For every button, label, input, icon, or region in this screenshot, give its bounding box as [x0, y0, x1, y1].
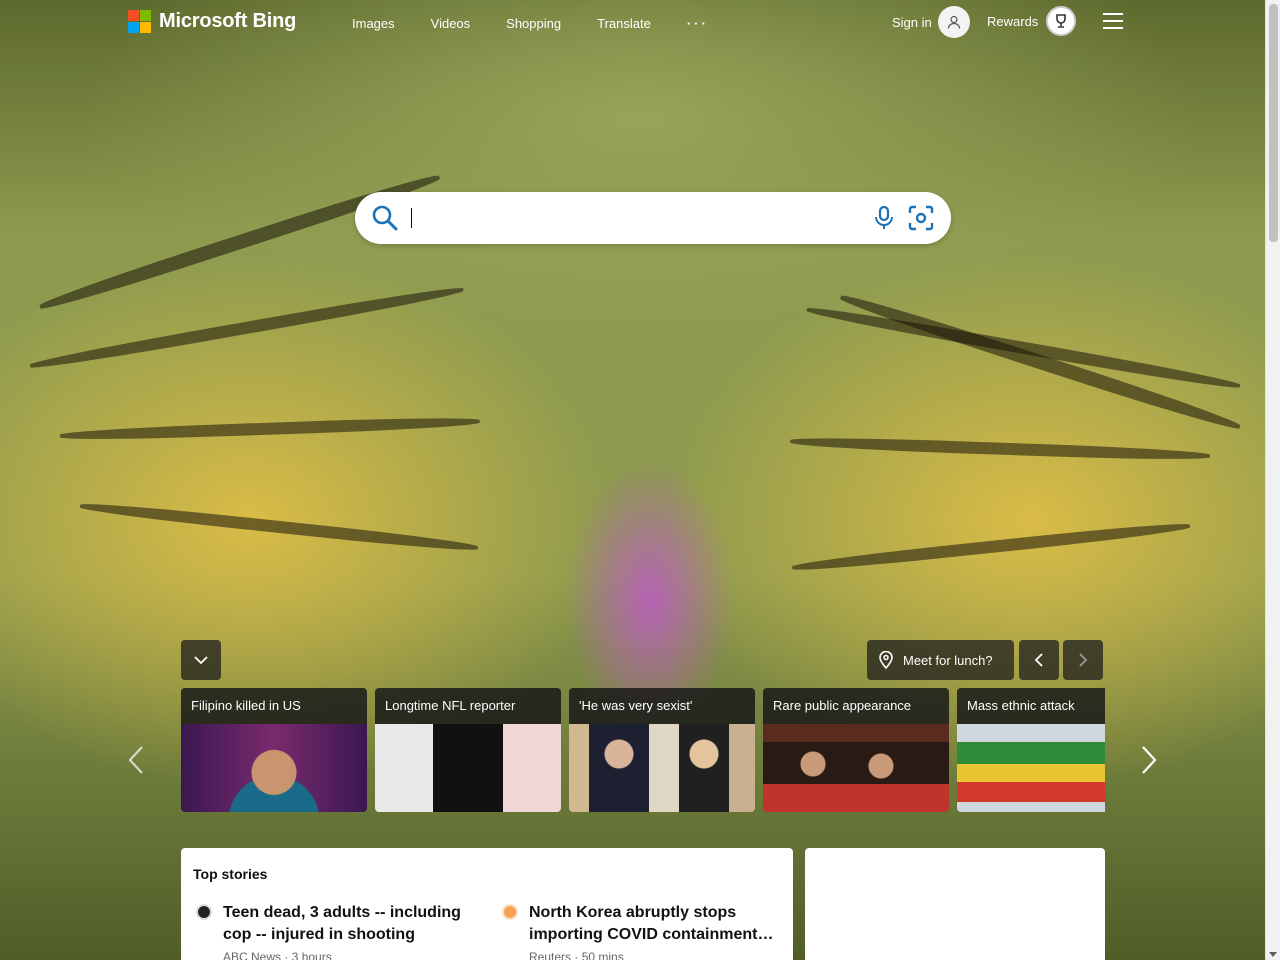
- news-card[interactable]: Mass ethnic attack: [957, 688, 1105, 812]
- collapse-feed-button[interactable]: [181, 640, 221, 680]
- hamburger-menu-icon[interactable]: [1103, 13, 1123, 29]
- nav-more-button[interactable]: ···: [687, 16, 709, 31]
- meet-for-lunch-label: Meet for lunch?: [903, 652, 993, 668]
- news-card-image: [957, 724, 1105, 812]
- news-card-image: [181, 724, 367, 812]
- news-carousel: Filipino killed in US Longtime NFL repor…: [181, 688, 1105, 812]
- story-headline[interactable]: Teen dead, 3 adults -- including cop -- …: [223, 902, 473, 946]
- nav-shopping[interactable]: Shopping: [506, 16, 561, 31]
- search-input[interactable]: [411, 204, 851, 232]
- chevron-left-icon: [128, 746, 143, 774]
- news-card-title: 'He was very sexist': [569, 688, 755, 724]
- news-card-title: Filipino killed in US: [181, 688, 367, 724]
- news-carousel-right-arrow[interactable]: [1140, 745, 1158, 780]
- nav-videos[interactable]: Videos: [431, 16, 471, 31]
- side-panel: [805, 848, 1105, 960]
- text-caret: [411, 208, 412, 228]
- story-source: Reuters: [529, 950, 572, 960]
- story-source: ABC News: [223, 950, 282, 960]
- microphone-icon[interactable]: [873, 205, 895, 236]
- news-card-image: [375, 724, 561, 812]
- news-card-title: Longtime NFL reporter: [375, 688, 561, 724]
- top-header: Microsoft Bing Images Videos Shopping Tr…: [0, 0, 1265, 46]
- story-headline[interactable]: North Korea abruptly stops importing COV…: [529, 902, 779, 946]
- reuters-source-icon: [502, 904, 518, 920]
- search-icon[interactable]: [371, 204, 399, 237]
- chevron-right-icon: [1142, 746, 1157, 774]
- rewards-trophy-icon: [1046, 6, 1077, 36]
- story-time: 3 hours: [291, 950, 332, 960]
- top-nav: Images Videos Shopping Translate ···: [352, 16, 745, 31]
- news-card[interactable]: Filipino killed in US: [181, 688, 367, 812]
- news-carousel-left-arrow[interactable]: [127, 745, 145, 780]
- news-card[interactable]: 'He was very sexist': [569, 688, 755, 812]
- chevron-right-icon: [1079, 653, 1088, 667]
- news-card-title: Mass ethnic attack: [957, 688, 1105, 724]
- user-avatar-icon: [937, 6, 970, 38]
- image-prev-button[interactable]: [1019, 640, 1059, 680]
- nav-images[interactable]: Images: [352, 16, 395, 31]
- news-card-title: Rare public appearance: [763, 688, 949, 724]
- meet-for-lunch-button[interactable]: Meet for lunch?: [867, 640, 1014, 680]
- scrollbar-thumb[interactable]: [1269, 4, 1278, 242]
- search-box: [355, 192, 951, 244]
- sign-in-button[interactable]: Sign in: [892, 6, 970, 38]
- background-image: [0, 0, 1265, 960]
- story-meta: ABC News · 3 hours: [223, 950, 332, 960]
- bing-logo[interactable]: Microsoft Bing: [128, 10, 296, 33]
- visual-search-icon[interactable]: [907, 204, 935, 237]
- news-card[interactable]: Rare public appearance: [763, 688, 949, 812]
- microsoft-logo-icon: [128, 10, 151, 33]
- chevron-left-icon: [1034, 653, 1043, 667]
- page-scrollbar[interactable]: [1265, 0, 1280, 960]
- image-next-button[interactable]: [1063, 640, 1103, 680]
- story-meta: Reuters · 50 mins: [529, 950, 624, 960]
- rewards-button[interactable]: Rewards: [987, 6, 1077, 36]
- top-stories-heading: Top stories: [193, 866, 268, 882]
- nav-translate[interactable]: Translate: [597, 16, 651, 31]
- story-time: 50 mins: [581, 950, 624, 960]
- scroll-down-arrow-icon[interactable]: [1269, 952, 1277, 957]
- chevron-down-icon: [194, 656, 208, 665]
- news-card-image: [763, 724, 949, 812]
- news-card-image: [569, 724, 755, 812]
- abc-news-source-icon: [196, 904, 212, 920]
- sign-in-label: Sign in: [892, 14, 932, 30]
- location-pin-icon: [879, 651, 893, 669]
- logo-text: Microsoft Bing: [159, 10, 297, 32]
- news-card[interactable]: Longtime NFL reporter: [375, 688, 561, 812]
- rewards-label: Rewards: [987, 13, 1039, 29]
- top-stories-panel: Top stories Teen dead, 3 adults -- inclu…: [181, 848, 793, 960]
